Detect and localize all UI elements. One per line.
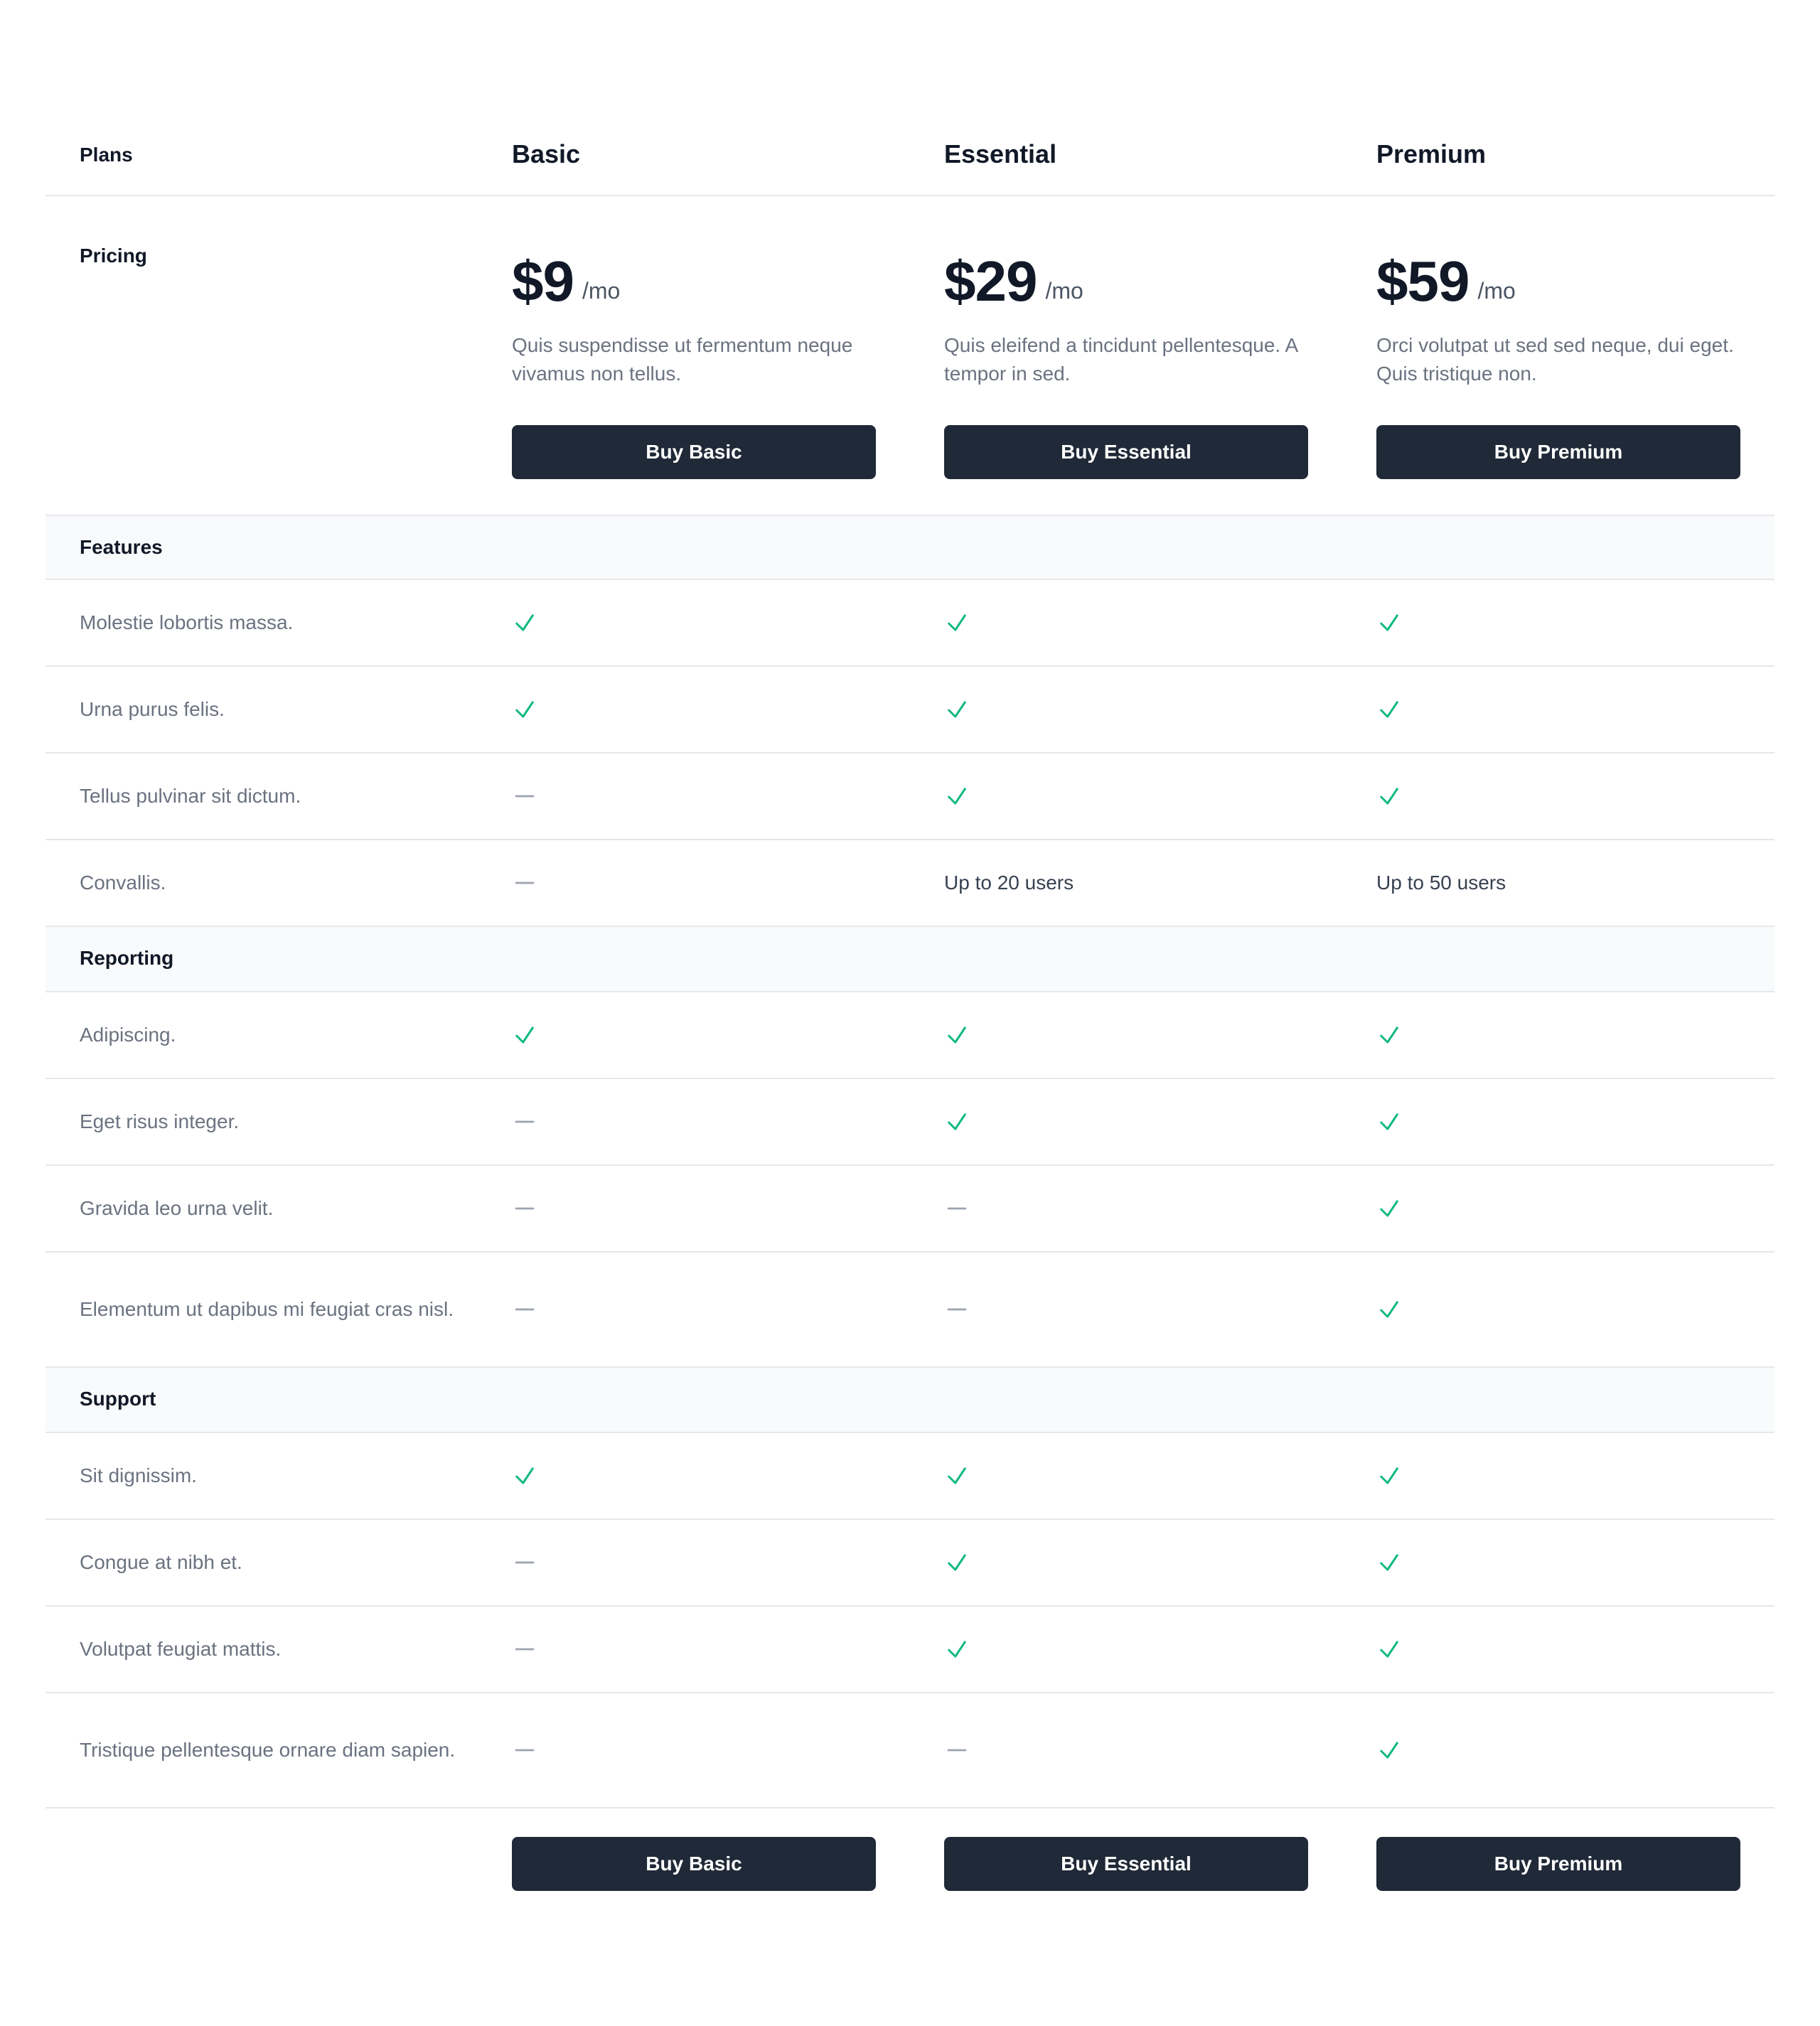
buy-essential-button[interactable]: Buy Essential — [944, 1837, 1308, 1891]
price-period: /mo — [582, 278, 621, 304]
feature-name: Volutpat feugiat mattis. — [80, 1638, 282, 1660]
check-icon — [944, 580, 970, 665]
pricing-comparison-table: Plans Basic Essential Premium Pricing $9… — [46, 0, 1774, 1922]
check-icon — [944, 754, 970, 839]
table-row: Sit dignissim. — [46, 1433, 1774, 1520]
price-column-basic: $9 /mo Quis suspendisse ut fermentum neq… — [512, 239, 876, 479]
check-icon — [944, 1433, 970, 1518]
check-icon — [512, 992, 537, 1078]
check-icon — [1376, 992, 1402, 1078]
feature-name: Tristique pellentesque ornare diam sapie… — [80, 1739, 456, 1761]
check-icon — [944, 992, 970, 1078]
dash-icon — [512, 1607, 537, 1692]
check-icon — [1376, 754, 1402, 839]
plan-name-essential: Essential — [944, 139, 1057, 168]
dash-icon — [944, 1166, 970, 1251]
check-icon — [512, 1433, 537, 1518]
feature-name: Urna purus felis. — [80, 698, 225, 720]
dash-icon — [944, 1693, 970, 1807]
plan-description: Orci volutpat ut sed sed neque, dui eget… — [1376, 334, 1734, 385]
price-amount: $29 — [944, 250, 1037, 313]
buy-basic-button[interactable]: Buy Basic — [512, 1837, 876, 1891]
check-icon — [512, 580, 537, 665]
table-row: Tristique pellentesque ornare diam sapie… — [46, 1693, 1774, 1808]
feature-name: Eget risus integer. — [80, 1110, 240, 1132]
check-icon — [944, 1520, 970, 1605]
check-icon — [1376, 580, 1402, 665]
plan-description: Quis suspendisse ut fermentum neque viva… — [512, 334, 853, 385]
feature-name: Adipiscing. — [80, 1024, 176, 1046]
table-row: Congue at nibh et. — [46, 1520, 1774, 1607]
check-icon — [1376, 1520, 1402, 1605]
footer-buttons-row: Buy Basic Buy Essential Buy Premium — [46, 1808, 1774, 1922]
check-icon — [944, 1079, 970, 1164]
plan-value-text: Up to 20 users — [944, 872, 1074, 894]
table-row: Gravida leo urna velit. — [46, 1166, 1774, 1253]
dash-icon — [512, 1693, 537, 1807]
dash-icon — [512, 754, 537, 839]
feature-name: Congue at nibh et. — [80, 1551, 242, 1573]
table-row: Urna purus felis. — [46, 667, 1774, 754]
dash-icon — [512, 1520, 537, 1605]
check-icon — [1376, 667, 1402, 752]
dash-icon — [944, 1253, 970, 1366]
table-row: Elementum ut dapibus mi feugiat cras nis… — [46, 1253, 1774, 1368]
price-amount: $59 — [1376, 250, 1470, 313]
plan-name-premium: Premium — [1376, 139, 1487, 168]
section-title: Reporting — [80, 947, 174, 969]
dash-icon — [512, 840, 537, 926]
feature-name: Sit dignissim. — [80, 1464, 197, 1486]
check-icon — [1376, 1693, 1402, 1807]
dash-icon — [512, 1079, 537, 1164]
section-header-support: Support — [46, 1368, 1774, 1433]
section-title: Support — [80, 1388, 156, 1410]
buy-premium-button[interactable]: Buy Premium — [1376, 1837, 1740, 1891]
price-column-premium: $59 /mo Orci volutpat ut sed sed neque, … — [1376, 239, 1740, 479]
check-icon — [1376, 1433, 1402, 1518]
pricing-row: Pricing $9 /mo Quis suspendisse ut ferme… — [46, 196, 1774, 515]
buy-essential-button[interactable]: Buy Essential — [944, 425, 1308, 479]
plan-description: Quis eleifend a tincidunt pellentesque. … — [944, 334, 1297, 385]
table-row: Volutpat feugiat mattis. — [46, 1607, 1774, 1693]
dash-icon — [512, 1166, 537, 1251]
section-header-features: Features — [46, 515, 1774, 580]
feature-name: Tellus pulvinar sit dictum. — [80, 785, 301, 807]
plans-label: Plans — [80, 144, 133, 166]
feature-name: Convallis. — [80, 872, 166, 894]
feature-name: Molestie lobortis massa. — [80, 611, 294, 633]
table-row: Adipiscing. — [46, 992, 1774, 1079]
price-amount: $9 — [512, 250, 574, 313]
price-period: /mo — [1045, 278, 1083, 304]
check-icon — [1376, 1079, 1402, 1164]
buy-basic-button[interactable]: Buy Basic — [512, 425, 876, 479]
check-icon — [1376, 1253, 1402, 1366]
buy-premium-button[interactable]: Buy Premium — [1376, 425, 1740, 479]
table-row: Eget risus integer. — [46, 1079, 1774, 1166]
table-row: Convallis. Up to 20 users Up to 50 users — [46, 840, 1774, 927]
table-row: Molestie lobortis massa. — [46, 580, 1774, 667]
dash-icon — [512, 1253, 537, 1366]
price-period: /mo — [1477, 278, 1516, 304]
plans-header-row: Plans Basic Essential Premium — [46, 0, 1774, 196]
feature-name: Elementum ut dapibus mi feugiat cras nis… — [80, 1298, 454, 1320]
check-icon — [944, 667, 970, 752]
check-icon — [1376, 1607, 1402, 1692]
feature-name: Gravida leo urna velit. — [80, 1197, 274, 1219]
section-header-reporting: Reporting — [46, 927, 1774, 992]
table-row: Tellus pulvinar sit dictum. — [46, 754, 1774, 840]
pricing-label: Pricing — [80, 245, 147, 267]
check-icon — [944, 1607, 970, 1692]
section-title: Features — [80, 536, 163, 558]
price-column-essential: $29 /mo Quis eleifend a tincidunt pellen… — [944, 239, 1308, 479]
check-icon — [512, 667, 537, 752]
plan-name-basic: Basic — [512, 139, 581, 168]
plan-value-text: Up to 50 users — [1376, 872, 1506, 894]
check-icon — [1376, 1166, 1402, 1251]
